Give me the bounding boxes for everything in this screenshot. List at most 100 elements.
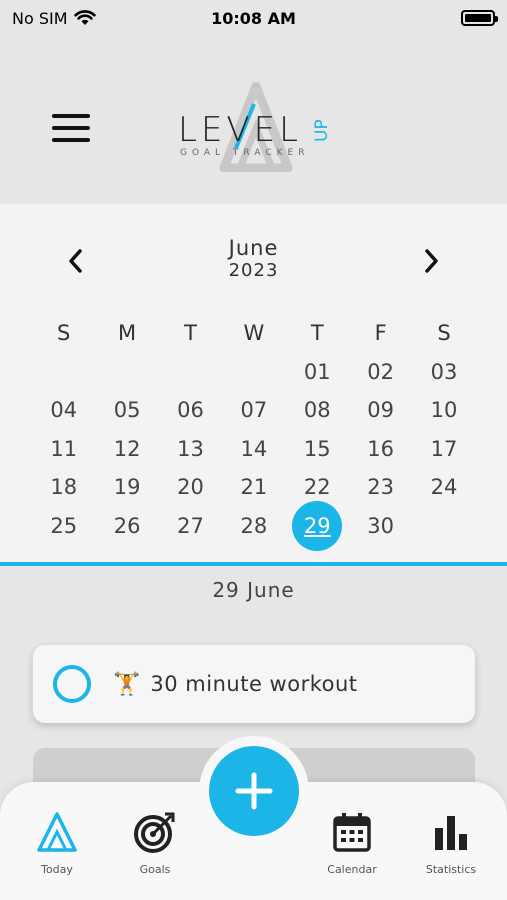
carrier-label: No SIM: [12, 8, 68, 28]
calendar-day[interactable]: 23: [349, 468, 412, 507]
weekday-label: S: [57, 321, 71, 346]
weekday-label: M: [118, 321, 137, 346]
calendar-day[interactable]: 25: [32, 507, 95, 546]
calendar-day[interactable]: 11: [32, 430, 95, 469]
calendar-day-number: 02: [367, 359, 395, 384]
calendar-day-number: 25: [50, 513, 78, 538]
calendar-day-number: 12: [113, 436, 141, 461]
calendar-day[interactable]: 09: [349, 391, 412, 430]
calendar-day[interactable]: 02: [349, 353, 412, 392]
calendar-day[interactable]: 19: [95, 468, 158, 507]
app-logo: LEVEL UP GOAL TRACKER: [174, 82, 339, 172]
calendar-empty-cell: [32, 353, 95, 392]
calendar-day-number: 22: [303, 475, 331, 500]
calendar-day[interactable]: 16: [349, 430, 412, 469]
calendar-day[interactable]: 27: [159, 507, 222, 546]
calendar-day-number: 11: [50, 436, 78, 461]
calendar-day-number: 14: [240, 436, 268, 461]
bar-chart-icon: [435, 816, 467, 850]
hamburger-menu-button[interactable]: [52, 114, 90, 142]
calendar-day-number: 27: [177, 513, 204, 538]
status-bar: No SIM 10:08 AM: [0, 0, 507, 36]
add-goal-button[interactable]: [209, 746, 299, 836]
logo-subtitle: GOAL TRACKER: [180, 148, 310, 158]
calendar-day-number: 01: [303, 359, 331, 384]
calendar-day-number: 21: [240, 475, 268, 500]
nav-today[interactable]: Today: [17, 810, 97, 876]
calendar-day-number: 29: [292, 500, 343, 551]
calendar-day[interactable]: 24: [412, 468, 475, 507]
calendar-day-number: 23: [367, 475, 395, 500]
calendar-panel: June 2023 S M T W T F S 01 02 03 04 05 06 07 08 09 10 11 1…: [0, 204, 507, 566]
calendar-day[interactable]: 06: [159, 391, 222, 430]
calendar-icon: [333, 813, 371, 852]
nav-statistics[interactable]: Statistics: [411, 810, 491, 876]
calendar-day-number: 16: [367, 436, 395, 461]
calendar-day-number: 20: [177, 475, 204, 500]
calendar-day[interactable]: 05: [95, 391, 158, 430]
nav-calendar-label: Calendar: [327, 863, 377, 876]
calendar-empty-cell: [159, 353, 222, 392]
calendar-day[interactable]: 18: [32, 468, 95, 507]
calendar-day[interactable]: 28: [222, 507, 285, 546]
next-month-button[interactable]: [417, 244, 447, 278]
calendar-day-number: 28: [240, 513, 268, 538]
nav-goals[interactable]: Goals: [115, 810, 195, 876]
chevron-right-icon: [425, 249, 438, 273]
menu-line: [52, 114, 90, 118]
calendar-day[interactable]: 08: [286, 391, 349, 430]
status-left: No SIM: [12, 9, 96, 28]
selected-date-heading: 29 June: [212, 578, 295, 602]
calendar-empty-cell: [222, 353, 285, 392]
calendar-day-selected[interactable]: 29: [286, 500, 349, 551]
calendar-day-number: 05: [113, 398, 141, 423]
nav-goals-label: Goals: [139, 863, 171, 876]
calendar-day-number: 26: [113, 513, 141, 538]
calendar-empty-cell: [95, 353, 158, 392]
battery-icon: [461, 10, 498, 26]
task-complete-toggle[interactable]: [53, 665, 91, 703]
calendar-day-number: 17: [430, 436, 458, 461]
calendar-day[interactable]: 12: [95, 430, 158, 469]
logo-accent-text: UP: [312, 119, 332, 142]
calendar-day-number: 18: [50, 475, 78, 500]
wifi-icon: [73, 10, 96, 25]
task-title: 30 minute workout: [150, 672, 358, 696]
weekday-label: W: [243, 321, 265, 346]
calendar-day[interactable]: 14: [222, 430, 285, 469]
nav-today-label: Today: [41, 863, 73, 876]
calendar-day[interactable]: 10: [412, 391, 475, 430]
calendar-day-number: 04: [50, 398, 78, 423]
calendar-day[interactable]: 04: [32, 391, 95, 430]
calendar-day[interactable]: 20: [159, 468, 222, 507]
today-triangle-icon: [37, 812, 77, 852]
calendar-day[interactable]: 01: [286, 353, 349, 392]
calendar-day-number: 08: [303, 398, 331, 423]
calendar-day[interactable]: 07: [222, 391, 285, 430]
menu-line: [52, 138, 90, 142]
calendar-day-number: 19: [113, 475, 141, 500]
task-card[interactable]: 🏋 30 minute workout: [33, 645, 475, 723]
calendar-day[interactable]: 13: [159, 430, 222, 469]
weekday-label: T: [310, 321, 324, 346]
calendar-day[interactable]: 15: [286, 430, 349, 469]
calendar-day[interactable]: 21: [222, 468, 285, 507]
calendar-day[interactable]: 17: [412, 430, 475, 469]
target-icon: [134, 812, 175, 853]
weekday-label: F: [374, 321, 387, 346]
nav-statistics-label: Statistics: [425, 863, 477, 876]
calendar-day-number: 06: [177, 398, 204, 423]
calendar-grid: S M T W T F S 01 02 03 04 05 06 07 08 09 10 11 12 13 14 15 16 1…: [32, 314, 476, 551]
calendar-day-number: 07: [240, 398, 268, 423]
calendar-day[interactable]: 30: [349, 507, 412, 546]
logo-main-text: LEVEL: [178, 110, 303, 150]
calendar-day-number: 15: [303, 436, 331, 461]
nav-calendar[interactable]: Calendar: [312, 810, 392, 876]
calendar-day[interactable]: 03: [412, 353, 475, 392]
calendar-day-number: 10: [430, 398, 458, 423]
calendar-day[interactable]: 26: [95, 507, 158, 546]
plus-icon: [235, 772, 273, 810]
calendar-day-number: 03: [430, 359, 458, 384]
menu-line: [52, 126, 90, 130]
calendar-day-number: 30: [367, 513, 395, 538]
